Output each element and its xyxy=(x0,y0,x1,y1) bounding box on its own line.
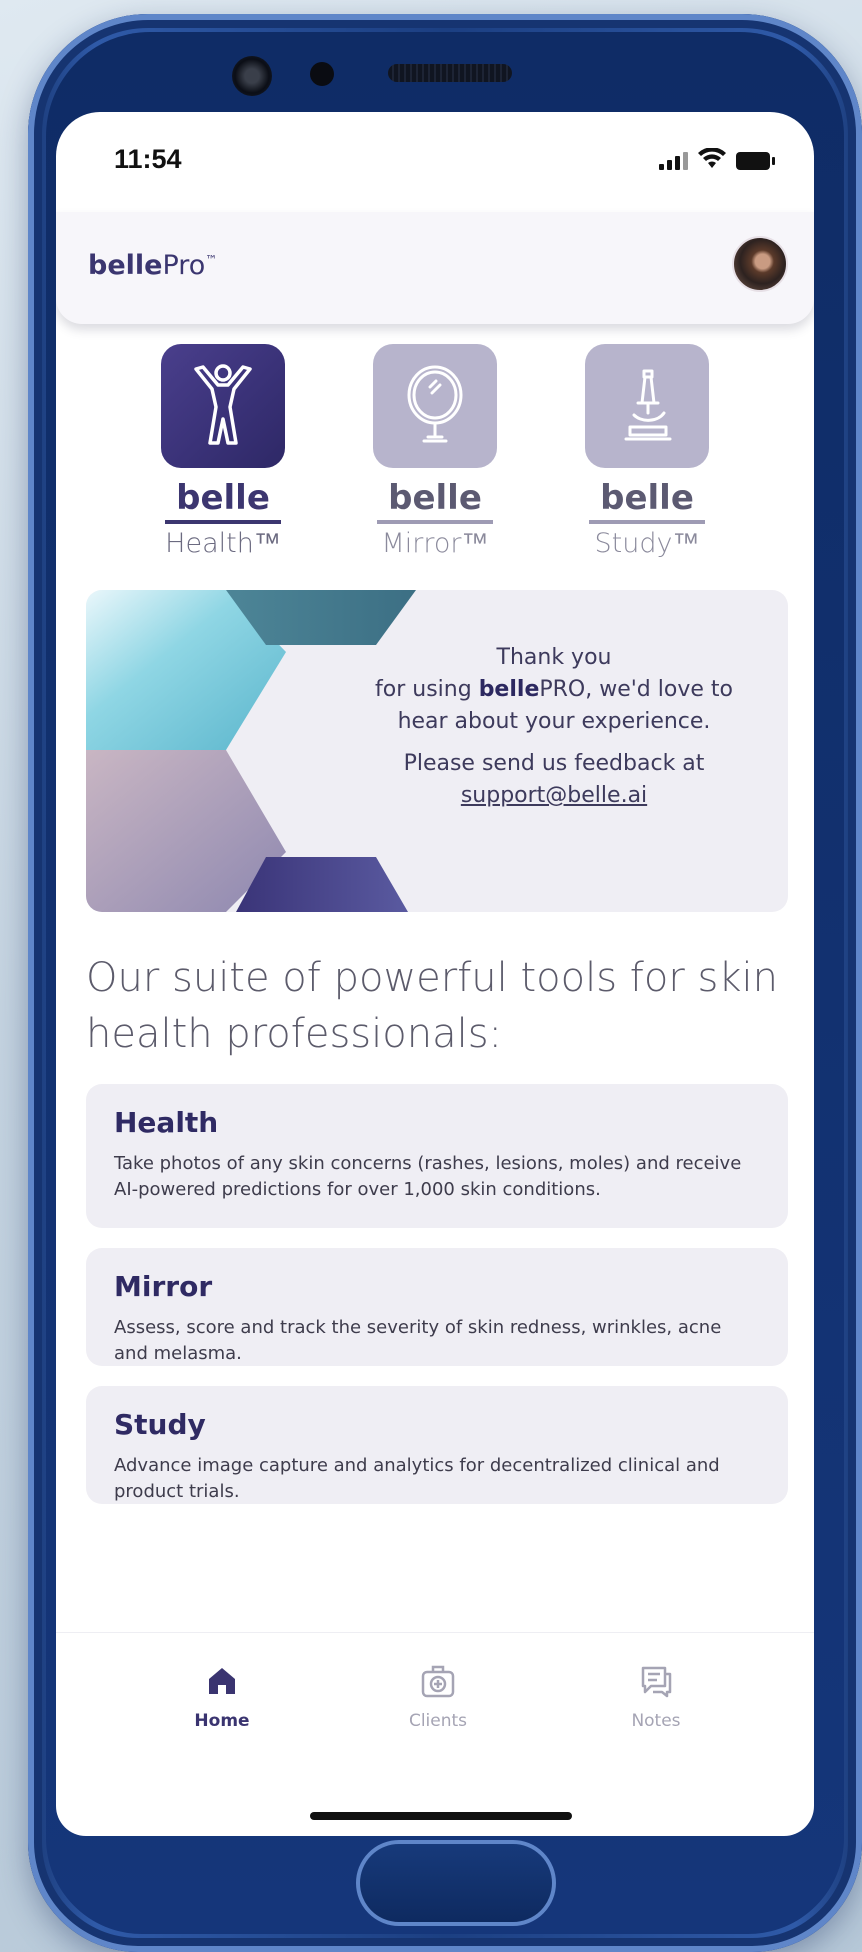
nav-notes-label: Notes xyxy=(631,1711,681,1731)
physical-home-button[interactable] xyxy=(356,1840,556,1926)
phone-screen: 11:54 bellePro™ belle Health™ belle Mirr… xyxy=(56,112,814,1836)
app-tile-mirror-sub: Mirror™ xyxy=(381,528,489,559)
app-tile-study-sub: Study™ xyxy=(594,528,700,559)
nav-clients-label: Clients xyxy=(408,1711,468,1731)
card-mirror-title: Mirror xyxy=(114,1270,213,1303)
banner-line-4: Please send us feedback at xyxy=(403,751,705,776)
app-header: bellePro™ xyxy=(56,212,814,324)
app-tile-health-sub: Health™ xyxy=(165,528,281,559)
nav-home[interactable]: Home xyxy=(152,1659,292,1731)
nav-notes[interactable]: Notes xyxy=(586,1659,726,1731)
nav-home-label: Home xyxy=(194,1711,250,1731)
card-health-desc: Take photos of any skin concerns (rashes… xyxy=(114,1153,742,1200)
bottom-nav: Home Clients Notes xyxy=(56,1632,814,1772)
microscope-icon xyxy=(585,344,709,468)
suite-heading: Our suite of powerful tools for skin hea… xyxy=(86,955,778,1057)
person-arms-up-icon xyxy=(161,344,285,468)
brand-rest: Pro xyxy=(162,250,206,281)
battery-icon xyxy=(736,152,775,170)
brand-logo[interactable]: bellePro™ xyxy=(88,250,217,281)
status-icons xyxy=(659,148,775,170)
banner-line-1: Thank you xyxy=(496,645,612,670)
medical-case-icon xyxy=(368,1659,508,1703)
app-tile-study[interactable]: belle Study™ xyxy=(542,344,752,559)
card-mirror-desc: Assess, score and track the severity of … xyxy=(114,1317,722,1364)
wifi-icon xyxy=(698,148,726,168)
chat-notes-icon xyxy=(586,1659,726,1703)
front-camera xyxy=(232,56,272,96)
banner-line-3: hear about your experience. xyxy=(397,709,711,734)
app-tile-study-name: belle xyxy=(589,478,705,524)
home-icon xyxy=(152,1659,292,1703)
banner-line-2: for using bellePRO, we'd love to xyxy=(375,677,733,702)
card-study[interactable]: Study Advance image capture and analytic… xyxy=(86,1386,788,1504)
brand-trademark: ™ xyxy=(205,253,218,267)
earpiece-speaker xyxy=(388,64,512,82)
card-study-title: Study xyxy=(114,1408,206,1441)
app-tile-mirror-name: belle xyxy=(377,478,493,524)
support-email-link[interactable]: support@belle.ai xyxy=(461,783,647,808)
banner-message: Thank you for using bellePRO, we'd love … xyxy=(334,642,774,812)
signal-icon xyxy=(659,150,688,170)
app-tile-mirror[interactable]: belle Mirror™ xyxy=(330,344,540,559)
card-health[interactable]: Health Take photos of any skin concerns … xyxy=(86,1084,788,1228)
home-indicator[interactable] xyxy=(310,1812,572,1820)
app-tile-health[interactable]: belle Health™ xyxy=(118,344,328,559)
app-tiles: belle Health™ belle Mirror™ belle Study™ xyxy=(56,344,814,574)
card-health-title: Health xyxy=(114,1106,219,1139)
card-mirror[interactable]: Mirror Assess, score and track the sever… xyxy=(86,1248,788,1366)
brand-bold: belle xyxy=(88,250,163,281)
sensor-dot xyxy=(310,62,334,86)
feedback-banner: Thank you for using bellePRO, we'd love … xyxy=(86,590,788,912)
nav-clients[interactable]: Clients xyxy=(368,1659,508,1731)
status-bar: 11:54 xyxy=(56,112,814,222)
app-tile-health-name: belle xyxy=(165,478,281,524)
mirror-icon xyxy=(373,344,497,468)
user-avatar[interactable] xyxy=(732,236,788,292)
card-study-desc: Advance image capture and analytics for … xyxy=(114,1455,720,1502)
status-time: 11:54 xyxy=(114,144,182,174)
